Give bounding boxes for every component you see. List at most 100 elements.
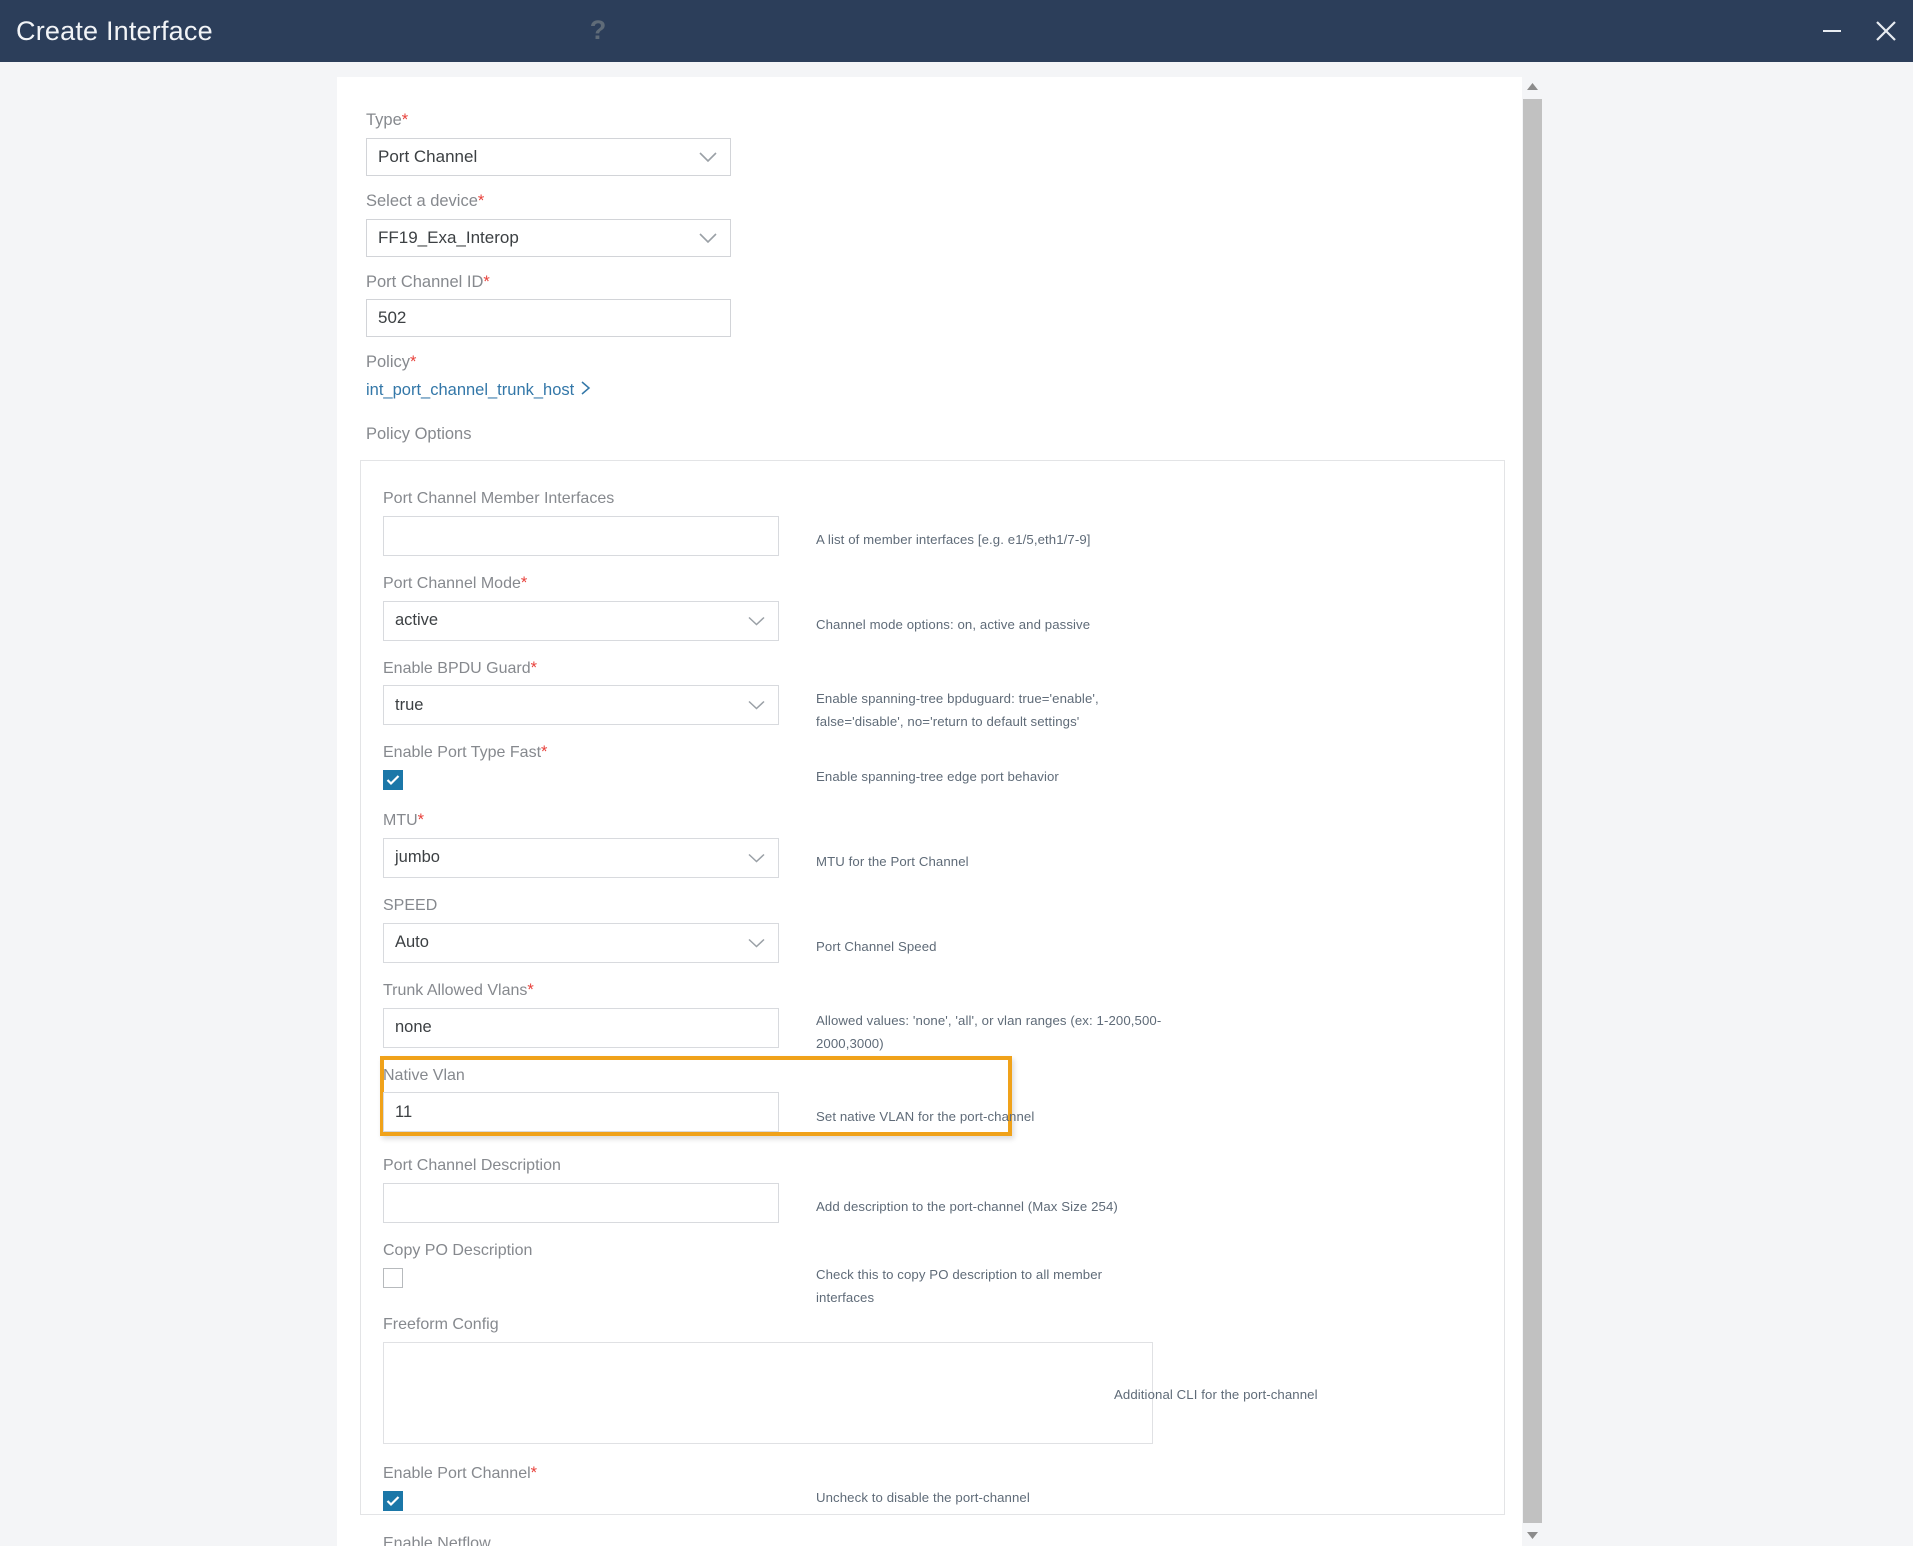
field-value: true — [395, 695, 424, 714]
chevron-down-icon — [747, 615, 766, 626]
help-text: Port Channel Speed — [816, 938, 937, 954]
policy-option-native-vlan: Native Vlan 11 Set native VLAN for the p… — [380, 1055, 1504, 1136]
field-label: SPEED — [383, 896, 1504, 916]
device-select[interactable]: FF19_Exa_Interop — [366, 218, 731, 257]
create-interface-form: Type* Port Channel Select a device* FF19… — [337, 77, 1522, 1546]
freeform-config-textarea[interactable] — [383, 1341, 1153, 1444]
check-icon — [386, 1495, 400, 1506]
help-text: MTU for the Port Channel — [816, 854, 969, 870]
help-text: Add description to the port-channel (Max… — [816, 1199, 1118, 1215]
chevron-down-icon — [698, 151, 718, 163]
type-required-asterisk: * — [401, 111, 409, 129]
policy-label: Policy* — [366, 353, 1522, 373]
policy-options-panel: Port Channel Member Interfaces A list of… — [360, 460, 1505, 1546]
vertical-scrollbar[interactable] — [1522, 77, 1543, 1546]
label-text: Trunk Allowed Vlans — [383, 981, 528, 999]
label-text: SPEED — [383, 896, 438, 914]
help-text: Check this to copy PO description to all… — [816, 1267, 1103, 1306]
help-text: A list of member interfaces [e.g. e1/5,e… — [816, 532, 1091, 547]
copy-po-description-checkbox[interactable] — [383, 1267, 403, 1288]
field-label: Enable Netflow — [383, 1534, 1504, 1546]
field-label: Enable Port Type Fast* — [383, 743, 1504, 763]
help-text: Enable spanning-tree bpduguard: true='en… — [816, 690, 1099, 729]
label-text: Enable Port Channel — [383, 1464, 531, 1482]
required-asterisk: * — [527, 980, 534, 999]
policy-link[interactable]: int_port_channel_trunk_host — [366, 380, 591, 401]
scrollbar-track-gutter — [1543, 77, 1551, 1546]
port-channel-id-input[interactable]: 502 — [366, 299, 731, 338]
chevron-down-icon — [747, 852, 766, 863]
dialog-body: Type* Port Channel Select a device* FF19… — [0, 62, 1913, 1546]
policy-option-port-channel-member-interfaces: Port Channel Member Interfaces A list of… — [383, 489, 1504, 556]
scrollbar-thumb[interactable] — [1523, 99, 1542, 1523]
port-channel-mode-select[interactable]: active — [383, 600, 779, 641]
policy-option-enable-port-type-fast: Enable Port Type Fast* Enable spanning-t… — [383, 743, 1504, 791]
field-label: Enable Port Channel* — [383, 1464, 1504, 1484]
native-vlan-input[interactable]: 11 — [383, 1092, 779, 1133]
help-button[interactable]: ? — [433, 0, 763, 62]
chevron-down-icon — [747, 700, 766, 711]
label-text: Enable Netflow — [383, 1534, 491, 1546]
field-value: none — [395, 1018, 432, 1037]
field-label: Port Channel Member Interfaces — [383, 489, 1504, 509]
required-asterisk: * — [541, 743, 548, 762]
field-device: Select a device* FF19_Exa_Interop — [366, 192, 1522, 257]
label-text: MTU — [383, 812, 418, 830]
type-label: Type* — [366, 111, 1522, 131]
device-value: FF19_Exa_Interop — [378, 227, 519, 247]
chevron-right-icon — [580, 380, 591, 401]
label-text: Port Channel Description — [383, 1157, 561, 1175]
policy-option-freeform-config: Freeform Config Additional CLI for the p… — [383, 1315, 1504, 1444]
policy-option-trunk-allowed-vlans: Trunk Allowed Vlans* none Allowed values… — [383, 980, 1504, 1051]
label-text: Enable Port Type Fast — [383, 744, 542, 762]
help-text: Allowed values: 'none', 'all', or vlan r… — [816, 1012, 1162, 1051]
policy-option-copy-po-description: Copy PO Description Check this to copy P… — [383, 1241, 1504, 1305]
window-titlebar: Create Interface ? — [0, 0, 1913, 62]
chevron-down-icon — [698, 232, 718, 244]
field-label: Copy PO Description — [383, 1241, 1504, 1261]
policy-option-port-channel-description: Port Channel Description Add description… — [383, 1156, 1504, 1224]
policy-option-enable-bpdu-guard: Enable BPDU Guard* true Enable spanning-… — [383, 659, 1504, 729]
policy-option-port-channel-mode: Port Channel Mode* active Channel mode o… — [383, 574, 1504, 641]
policy-required-asterisk: * — [410, 353, 417, 372]
type-select[interactable]: Port Channel — [366, 137, 731, 176]
member-interfaces-input[interactable] — [383, 515, 779, 556]
type-value: Port Channel — [378, 146, 478, 166]
field-label: Native Vlan — [383, 1066, 1504, 1086]
field-value: active — [395, 611, 439, 630]
scroll-up-button[interactable] — [1522, 77, 1543, 97]
policy-label-text: Policy — [366, 353, 411, 372]
port-channel-id-label: Port Channel ID* — [366, 273, 1522, 293]
enable-port-channel-checkbox[interactable] — [383, 1490, 403, 1511]
field-label: Freeform Config — [383, 1315, 1504, 1335]
port-channel-description-input[interactable] — [383, 1183, 779, 1224]
field-value: Auto — [395, 933, 429, 952]
minimize-button[interactable] — [1805, 0, 1859, 62]
field-label: Port Channel Mode* — [383, 574, 1504, 594]
field-label: MTU* — [383, 811, 1504, 831]
label-text: Port Channel Member Interfaces — [383, 490, 615, 507]
device-label: Select a device* — [366, 192, 1522, 212]
enable-bpdu-guard-select[interactable]: true — [383, 685, 779, 726]
type-label-text: Type — [366, 111, 402, 129]
field-label: Port Channel Description — [383, 1156, 1504, 1176]
basic-fields-section: Type* Port Channel Select a device* FF19… — [337, 77, 1522, 444]
policy-link-text: int_port_channel_trunk_host — [366, 381, 575, 400]
enable-port-type-fast-checkbox[interactable] — [383, 770, 403, 791]
close-icon — [1872, 17, 1900, 45]
help-text: Additional CLI for the port-channel — [1114, 1386, 1318, 1402]
device-label-text: Select a device — [366, 191, 478, 210]
required-asterisk: * — [417, 811, 425, 830]
close-button[interactable] — [1859, 0, 1913, 62]
speed-select[interactable]: Auto — [383, 922, 779, 963]
check-icon — [386, 775, 400, 786]
scroll-down-button[interactable] — [1522, 1526, 1543, 1546]
mtu-select[interactable]: jumbo — [383, 837, 779, 878]
port-channel-id-value: 502 — [378, 308, 407, 328]
label-text: Freeform Config — [383, 1315, 499, 1333]
policy-option-enable-netflow: Enable Netflow Netflow is supported only… — [383, 1534, 1504, 1546]
minimize-icon — [1819, 18, 1845, 44]
trunk-allowed-vlans-input[interactable]: none — [383, 1007, 779, 1048]
port-channel-id-label-text: Port Channel ID — [366, 272, 484, 291]
label-text: Enable BPDU Guard — [383, 659, 531, 677]
